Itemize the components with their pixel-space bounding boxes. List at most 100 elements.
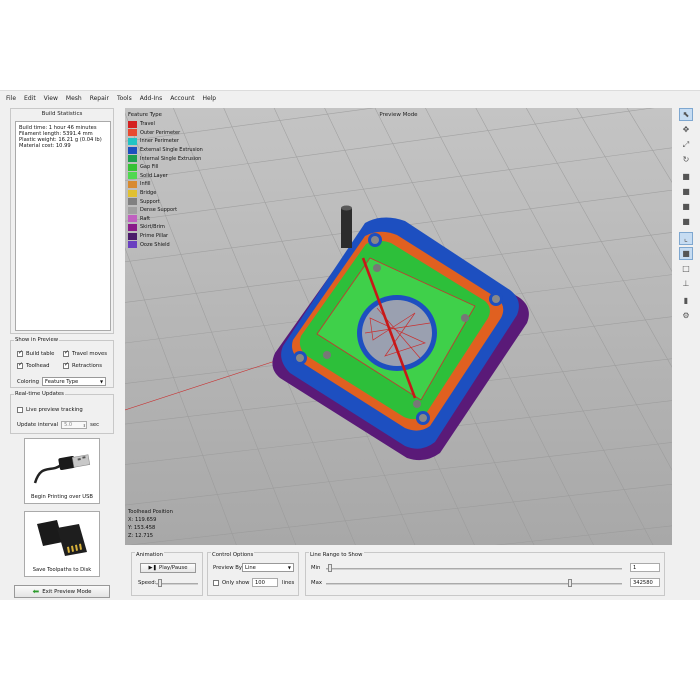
menu-view[interactable]: View [44,95,58,102]
checkmark-icon [63,361,69,369]
lines-unit-label: lines [282,580,295,586]
menu-tools[interactable]: Tools [117,95,132,102]
wireframe-icon[interactable]: □ [679,262,693,275]
save-toolpaths-label: Save Toolpaths to Disk [32,567,92,573]
only-show-count-value: 100 [255,579,265,586]
legend-item: Travel [128,120,203,129]
preview-by-select[interactable]: Line ▼ [242,563,294,572]
toolhead-marker [341,205,352,248]
legend-swatch [128,137,137,145]
view-side-icon[interactable]: ■ [679,215,693,228]
legend-swatch [128,232,137,240]
menu-repair[interactable]: Repair [90,95,109,102]
toolhead-checkbox[interactable]: Toolhead [17,361,50,369]
legend-item: Ooze Shield [128,240,203,249]
build-statistics-title: Build Statistics [41,111,83,117]
view-top-icon[interactable]: ■ [679,200,693,213]
legend-label: Support [140,198,160,205]
scale-icon[interactable]: ⤢ [679,138,693,151]
max-value-input[interactable]: 342580 [630,578,660,587]
legend-label: Outer Perimeter [140,129,181,136]
play-pause-icon: ▶❚ [148,565,158,571]
move-icon[interactable]: ✥ [679,123,693,136]
update-interval-row: Update interval 5.0 ⬍ sec [17,421,99,429]
begin-printing-usb-button[interactable]: Begin Printing over USB [24,438,100,504]
legend-item: Internal Single Extrusion [128,154,203,163]
travel-moves-label: Travel moves [72,351,107,357]
legend-item: Raft [128,215,203,224]
legend-item: Prime Pillar [128,232,203,241]
legend-item: Support [128,197,203,206]
live-tracking-checkbox[interactable]: Live preview tracking [17,407,83,413]
build-table-checkbox[interactable]: Build table [17,349,54,357]
feature-type-legend: Feature Type Travel Outer Perimeter Inner … [128,112,203,249]
min-slider[interactable] [326,568,622,570]
cursor-icon[interactable]: ⬉ [679,108,693,121]
exit-preview-mode-label: Exit Preview Mode [42,588,92,595]
menu-file[interactable]: File [6,95,16,102]
coloring-row: Coloring Feature Type ▼ [17,377,107,386]
play-pause-button[interactable]: ▶❚ Play/Pause [140,563,196,573]
max-value: 342580 [633,579,653,586]
live-tracking-label: Live preview tracking [26,407,83,413]
legend-swatch [128,189,137,197]
menu-edit[interactable]: Edit [24,95,36,102]
legend-item: Inner Perimeter [128,137,203,146]
legend-swatch [128,198,137,206]
begin-printing-usb-label: Begin Printing over USB [31,494,93,500]
min-value-input[interactable]: 1 [630,563,660,572]
min-slider-thumb[interactable] [328,564,332,572]
min-label: Min [311,565,321,571]
play-pause-label: Play/Pause [159,565,188,571]
menu-mesh[interactable]: Mesh [66,95,82,102]
menu-add-ins[interactable]: Add-Ins [140,95,162,102]
menu-help[interactable]: Help [202,95,216,102]
view-perspective-icon[interactable]: ■ [679,247,693,260]
speed-label: Speed: [138,580,157,586]
speed-slider-thumb[interactable] [158,579,162,587]
legend-item: Solid Layer [128,172,203,181]
legend-swatch [128,163,137,171]
toolhead-position-title: Toolhead Position [128,509,173,515]
coloring-select[interactable]: Feature Type ▼ [42,377,107,386]
save-toolpaths-button[interactable]: Save Toolpaths to Disk [24,511,100,577]
view-front-icon[interactable]: ■ [679,185,693,198]
coloring-value: Feature Type [45,378,79,385]
settings-icon[interactable]: ⚙ [679,309,693,322]
legend-swatch [128,180,137,188]
legend-swatch [128,129,137,137]
axis-icon[interactable]: ⌞ [679,232,693,245]
exit-preview-mode-button[interactable]: ⬅ Exit Preview Mode [14,585,110,598]
realtime-updates-title: Real-time Updates [14,391,65,397]
only-show-label: Only show [222,580,250,586]
legend-title: Feature Type [128,112,162,118]
back-arrow-icon: ⬅ [32,587,40,596]
build-statistics-panel: Build Statistics Build time: 1 hour 46 m… [10,108,114,334]
update-interval-spinbox[interactable]: 5.0 ⬍ [61,421,88,429]
legend-item: Skirt/Brim [128,223,203,232]
only-show-checkbox[interactable]: Only show [213,580,250,586]
menu-account[interactable]: Account [170,95,194,102]
sd-card-icon [37,520,87,556]
rotate-icon[interactable]: ↻ [679,153,693,166]
view-iso-icon[interactable]: ■ [679,170,693,183]
control-options-title: Control Options [211,552,255,558]
preview-viewport[interactable]: Preview Mode Feature Type Travel Outer Pe… [125,108,672,545]
checkbox-box [213,580,219,586]
travel-moves-checkbox[interactable]: Travel moves [63,349,107,357]
retractions-label: Retractions [72,363,103,369]
realtime-updates-panel: Real-time Updates Live preview tracking … [10,391,114,434]
legend-item: External Single Extrusion [128,146,203,155]
speed-slider[interactable] [156,583,198,585]
only-show-count-input[interactable]: 100 [252,578,278,587]
max-slider[interactable] [326,583,622,585]
update-interval-value: 5.0 [64,422,73,428]
max-label: Max [311,580,322,586]
checkmark-icon [17,361,23,369]
cross-section-icon[interactable]: ⊥ [679,277,693,290]
max-slider-thumb[interactable] [568,579,572,587]
left-panel: Build Statistics Build time: 1 hour 46 m… [10,108,114,598]
legend-item: Outer Perimeter [128,129,203,138]
retractions-checkbox[interactable]: Retractions [63,361,103,369]
material-icon[interactable]: ▮ [679,294,693,307]
